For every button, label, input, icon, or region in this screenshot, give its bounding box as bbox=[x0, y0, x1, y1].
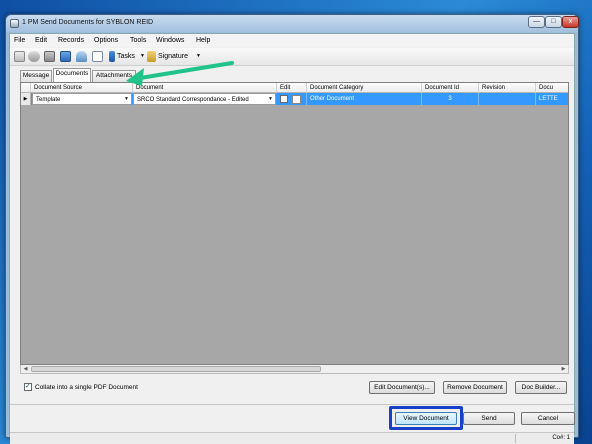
signature-label[interactable]: Signature bbox=[158, 53, 188, 60]
scroll-right-icon[interactable]: ▶ bbox=[559, 365, 568, 373]
menu-edit[interactable]: Edit bbox=[35, 37, 47, 44]
row-selector-arrow-icon[interactable]: ▶ bbox=[21, 93, 31, 105]
documents-grid: Document Source Document Edit Document C… bbox=[20, 82, 569, 365]
menu-records[interactable]: Records bbox=[58, 37, 84, 44]
document-icon[interactable] bbox=[92, 51, 103, 62]
tasks-flag-icon bbox=[109, 51, 115, 62]
close-button[interactable]: x bbox=[562, 16, 579, 28]
revision-cell bbox=[479, 93, 536, 105]
collate-label: Collate into a single PDF Document bbox=[35, 384, 138, 391]
docu-cell: LETTE bbox=[539, 96, 558, 102]
edit-document-icon[interactable] bbox=[292, 95, 301, 104]
document-category-cell: Other Document bbox=[307, 93, 422, 105]
grid-header: Document Source Document Edit Document C… bbox=[21, 83, 568, 93]
column-header-revision[interactable]: Revision bbox=[479, 83, 536, 93]
document-value: SRCO Standard Correspondance - Edited bbox=[137, 97, 249, 103]
divider bbox=[10, 404, 574, 405]
menu-tools[interactable]: Tools bbox=[130, 37, 146, 44]
view-document-button[interactable]: View Document bbox=[395, 412, 457, 425]
send-documents-window: 1 PM Send Documents for SYBLON REID — □ … bbox=[5, 14, 579, 444]
menu-help[interactable]: Help bbox=[196, 37, 210, 44]
menu-options[interactable]: Options bbox=[94, 37, 118, 44]
document-id-cell: 3 bbox=[422, 93, 479, 105]
scrollbar-thumb[interactable] bbox=[31, 366, 321, 372]
app-icon bbox=[10, 19, 19, 28]
print-icon[interactable] bbox=[44, 51, 55, 62]
cancel-button[interactable]: Cancel bbox=[521, 412, 575, 425]
document-source-value: Template bbox=[36, 97, 61, 103]
new-document-icon[interactable] bbox=[14, 51, 25, 62]
column-header-document-category[interactable]: Document Category bbox=[307, 83, 422, 93]
menu-file[interactable]: File bbox=[14, 37, 25, 44]
send-button[interactable]: Send bbox=[463, 412, 515, 425]
company-status: Co#: 1 bbox=[552, 435, 570, 441]
window-client-area: File Edit Records Options Tools Windows … bbox=[9, 33, 575, 444]
link-icon[interactable] bbox=[28, 51, 40, 62]
table-row[interactable]: ▶ Template ▼ SRCO Standard Correspondanc… bbox=[21, 93, 568, 105]
menu-windows[interactable]: Windows bbox=[156, 37, 184, 44]
collate-checkbox[interactable]: ✓ bbox=[24, 383, 32, 391]
checkmark-icon: ✓ bbox=[25, 383, 31, 390]
signature-pen-icon bbox=[147, 51, 156, 62]
scroll-left-icon[interactable]: ◀ bbox=[21, 365, 30, 373]
column-header-document-id[interactable]: Document Id bbox=[422, 83, 479, 93]
column-header-edit[interactable]: Edit bbox=[277, 83, 307, 93]
edit-checkbox[interactable] bbox=[280, 95, 288, 103]
window-title: 1 PM Send Documents for SYBLON REID bbox=[22, 19, 154, 26]
document-source-select[interactable]: Template ▼ bbox=[32, 93, 132, 105]
edit-documents-button[interactable]: Edit Document(s)... bbox=[369, 381, 435, 394]
column-header-document[interactable]: Document bbox=[133, 83, 277, 93]
paperclip-icon[interactable] bbox=[76, 51, 87, 62]
toolbar: Tasks ▼ Signature ▼ bbox=[10, 48, 574, 66]
menu-bar: File Edit Records Options Tools Windows … bbox=[10, 34, 574, 47]
remove-document-button[interactable]: Remove Document bbox=[443, 381, 507, 394]
chevron-down-icon[interactable]: ▼ bbox=[196, 53, 201, 59]
tab-documents[interactable]: Documents bbox=[53, 68, 91, 82]
title-bar[interactable]: 1 PM Send Documents for SYBLON REID — □ … bbox=[6, 15, 579, 32]
maximize-button[interactable]: □ bbox=[545, 16, 562, 28]
chevron-down-icon[interactable]: ▼ bbox=[123, 96, 130, 103]
row-header-corner bbox=[21, 83, 31, 93]
column-header-document-source[interactable]: Document Source bbox=[31, 83, 133, 93]
edit-cell[interactable] bbox=[277, 93, 307, 105]
status-bar: Co#: 1 bbox=[10, 432, 574, 444]
horizontal-scrollbar[interactable]: ◀ ▶ bbox=[20, 365, 569, 374]
status-separator bbox=[515, 434, 516, 443]
minimize-button[interactable]: — bbox=[528, 16, 545, 28]
tab-attachments[interactable]: Attachments bbox=[92, 70, 136, 82]
tab-strip: Message Documents Attachments bbox=[20, 68, 320, 82]
calculator-icon[interactable] bbox=[60, 51, 71, 62]
doc-builder-button[interactable]: Doc Builder... bbox=[515, 381, 567, 394]
tasks-label[interactable]: Tasks bbox=[117, 53, 135, 60]
column-header-docu[interactable]: Docu bbox=[536, 83, 568, 93]
tab-message[interactable]: Message bbox=[20, 70, 52, 82]
chevron-down-icon[interactable]: ▼ bbox=[267, 96, 274, 103]
chevron-down-icon[interactable]: ▼ bbox=[140, 53, 145, 59]
document-select[interactable]: SRCO Standard Correspondance - Edited ▼ bbox=[133, 93, 276, 105]
